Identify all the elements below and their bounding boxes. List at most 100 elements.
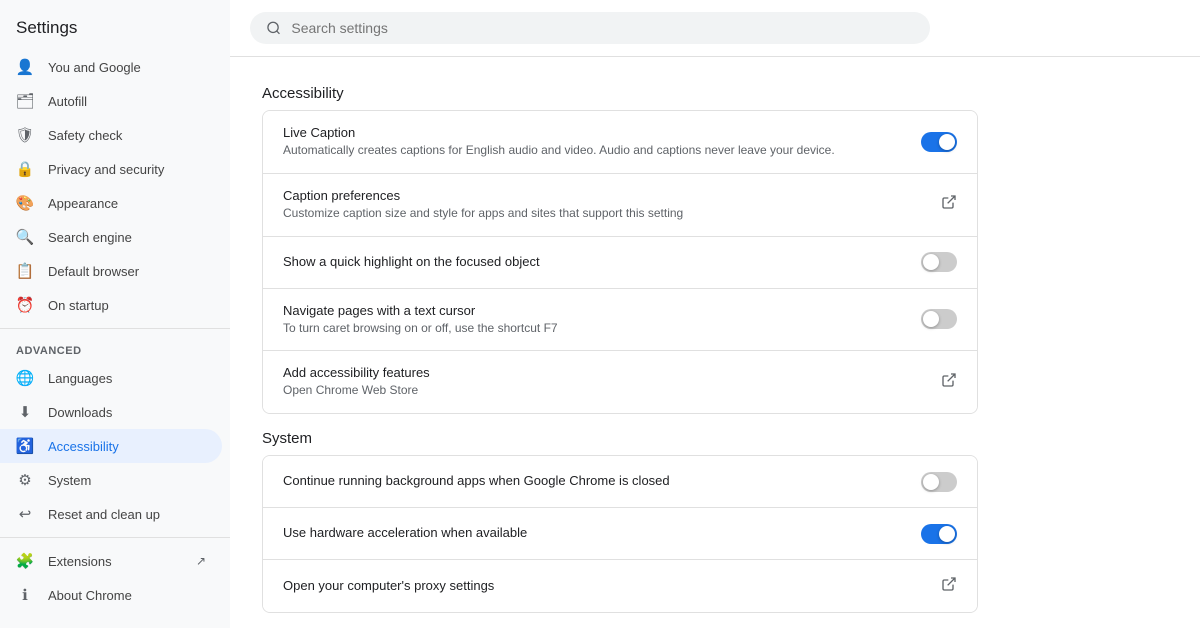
- sidebar-item-downloads[interactable]: ⬇ Downloads: [0, 395, 222, 429]
- content-area: Accessibility Live Caption Automatically…: [230, 57, 1010, 628]
- sidebar-divider: [0, 328, 230, 329]
- sidebar-divider-2: [0, 537, 230, 538]
- accessibility-card: Live Caption Automatically creates capti…: [262, 110, 978, 414]
- add-accessibility-features-text: Add accessibility features Open Chrome W…: [283, 365, 941, 399]
- appearance-icon: 🎨: [16, 194, 34, 212]
- languages-icon: 🌐: [16, 369, 34, 387]
- settings-row-hardware-acceleration[interactable]: Use hardware acceleration when available: [263, 508, 977, 560]
- search-bar-wrapper: [230, 0, 1200, 57]
- navigate-pages-desc: To turn caret browsing on or off, use th…: [283, 320, 905, 337]
- add-accessibility-features-desc: Open Chrome Web Store: [283, 382, 925, 399]
- continue-running-toggle[interactable]: [921, 472, 957, 492]
- settings-row-add-accessibility-features[interactable]: Add accessibility features Open Chrome W…: [263, 351, 977, 413]
- main-content: Accessibility Live Caption Automatically…: [230, 0, 1200, 628]
- sidebar-item-autofill[interactable]: 🗂 Autofill: [0, 84, 222, 118]
- autofill-label: Autofill: [48, 94, 87, 109]
- sidebar-item-you-and-google[interactable]: 👤 You and Google: [0, 50, 222, 84]
- privacy-and-security-icon: 🔒: [16, 160, 34, 178]
- sidebar-item-about-chrome[interactable]: ℹ About Chrome: [0, 578, 222, 612]
- proxy-settings-text: Open your computer's proxy settings: [283, 578, 941, 595]
- sidebar-item-languages[interactable]: 🌐 Languages: [0, 361, 222, 395]
- sidebar-item-on-startup[interactable]: ⏰ On startup: [0, 288, 222, 322]
- privacy-and-security-label: Privacy and security: [48, 162, 164, 177]
- app-title: Settings: [0, 10, 230, 50]
- sidebar-item-safety-check[interactable]: 🛡 Safety check: [0, 118, 222, 152]
- add-accessibility-features-title: Add accessibility features: [283, 365, 925, 380]
- safety-check-label: Safety check: [48, 128, 122, 143]
- system-label: System: [48, 473, 91, 488]
- about-chrome-label: About Chrome: [48, 588, 132, 603]
- sidebar: Settings 👤 You and Google 🗂 Autofill 🛡 S…: [0, 0, 230, 628]
- accessibility-section-header: Accessibility: [262, 85, 978, 102]
- extensions-icon: 🧩: [16, 552, 34, 570]
- live-caption-action: [921, 132, 957, 152]
- default-browser-icon: 📋: [16, 262, 34, 280]
- you-and-google-label: You and Google: [48, 60, 141, 75]
- live-caption-text: Live Caption Automatically creates capti…: [283, 125, 921, 159]
- autofill-icon: 🗂: [16, 92, 34, 110]
- live-caption-title: Live Caption: [283, 125, 905, 140]
- show-quick-highlight-toggle[interactable]: [921, 252, 957, 272]
- system-card: Continue running background apps when Go…: [262, 455, 978, 613]
- appearance-label: Appearance: [48, 196, 118, 211]
- downloads-label: Downloads: [48, 405, 112, 420]
- hardware-acceleration-text: Use hardware acceleration when available: [283, 525, 921, 542]
- settings-row-continue-running[interactable]: Continue running background apps when Go…: [263, 456, 977, 508]
- continue-running-action: [921, 472, 957, 492]
- advanced-section-label: Advanced: [0, 335, 230, 361]
- sidebar-item-default-browser[interactable]: 📋 Default browser: [0, 254, 222, 288]
- extensions-external-icon: ↗: [196, 554, 206, 568]
- show-quick-highlight-text: Show a quick highlight on the focused ob…: [283, 254, 921, 271]
- sidebar-item-appearance[interactable]: 🎨 Appearance: [0, 186, 222, 220]
- sidebar-item-extensions[interactable]: 🧩 Extensions ↗: [0, 544, 222, 578]
- search-engine-label: Search engine: [48, 230, 132, 245]
- navigate-pages-toggle[interactable]: [921, 309, 957, 329]
- accessibility-icon: ♿: [16, 437, 34, 455]
- live-caption-desc: Automatically creates captions for Engli…: [283, 142, 905, 159]
- navigate-pages-title: Navigate pages with a text cursor: [283, 303, 905, 318]
- system-icon: ⚙: [16, 471, 34, 489]
- settings-row-proxy-settings[interactable]: Open your computer's proxy settings: [263, 560, 977, 612]
- live-caption-toggle[interactable]: [921, 132, 957, 152]
- settings-row-live-caption[interactable]: Live Caption Automatically creates capti…: [263, 111, 977, 174]
- system-section-header: System: [262, 430, 978, 447]
- settings-row-show-quick-highlight[interactable]: Show a quick highlight on the focused ob…: [263, 237, 977, 289]
- settings-row-navigate-pages[interactable]: Navigate pages with a text cursor To tur…: [263, 289, 977, 352]
- caption-preferences-desc: Customize caption size and style for app…: [283, 205, 925, 222]
- search-input[interactable]: [291, 20, 914, 36]
- caption-preferences-external-link-icon[interactable]: [941, 194, 957, 215]
- downloads-icon: ⬇: [16, 403, 34, 421]
- reset-and-clean-up-label: Reset and clean up: [48, 507, 160, 522]
- about-chrome-icon: ℹ: [16, 586, 34, 604]
- settings-row-caption-preferences[interactable]: Caption preferences Customize caption si…: [263, 174, 977, 237]
- sidebar-item-system[interactable]: ⚙ System: [0, 463, 222, 497]
- caption-preferences-action: [941, 194, 957, 215]
- hardware-acceleration-title: Use hardware acceleration when available: [283, 525, 905, 540]
- reset-and-clean-up-icon: ↩: [16, 505, 34, 523]
- proxy-settings-action: [941, 576, 957, 597]
- you-and-google-icon: 👤: [16, 58, 34, 76]
- proxy-settings-title: Open your computer's proxy settings: [283, 578, 925, 593]
- proxy-settings-external-link-icon[interactable]: [941, 576, 957, 597]
- search-icon: [266, 20, 281, 36]
- sidebar-item-search-engine[interactable]: 🔍 Search engine: [0, 220, 222, 254]
- on-startup-icon: ⏰: [16, 296, 34, 314]
- sidebar-item-reset-and-clean-up[interactable]: ↩ Reset and clean up: [0, 497, 222, 531]
- add-accessibility-features-external-link-icon[interactable]: [941, 372, 957, 393]
- hardware-acceleration-toggle[interactable]: [921, 524, 957, 544]
- caption-preferences-title: Caption preferences: [283, 188, 925, 203]
- extensions-label: Extensions: [48, 554, 112, 569]
- caption-preferences-text: Caption preferences Customize caption si…: [283, 188, 941, 222]
- default-browser-label: Default browser: [48, 264, 139, 279]
- navigate-pages-text: Navigate pages with a text cursor To tur…: [283, 303, 921, 337]
- sidebar-item-accessibility[interactable]: ♿ Accessibility: [0, 429, 222, 463]
- accessibility-label: Accessibility: [48, 439, 119, 454]
- search-engine-icon: 🔍: [16, 228, 34, 246]
- hardware-acceleration-action: [921, 524, 957, 544]
- continue-running-text: Continue running background apps when Go…: [283, 473, 921, 490]
- continue-running-title: Continue running background apps when Go…: [283, 473, 905, 488]
- navigate-pages-action: [921, 309, 957, 329]
- search-bar: [250, 12, 930, 44]
- safety-check-icon: 🛡: [16, 126, 34, 144]
- sidebar-item-privacy-and-security[interactable]: 🔒 Privacy and security: [0, 152, 222, 186]
